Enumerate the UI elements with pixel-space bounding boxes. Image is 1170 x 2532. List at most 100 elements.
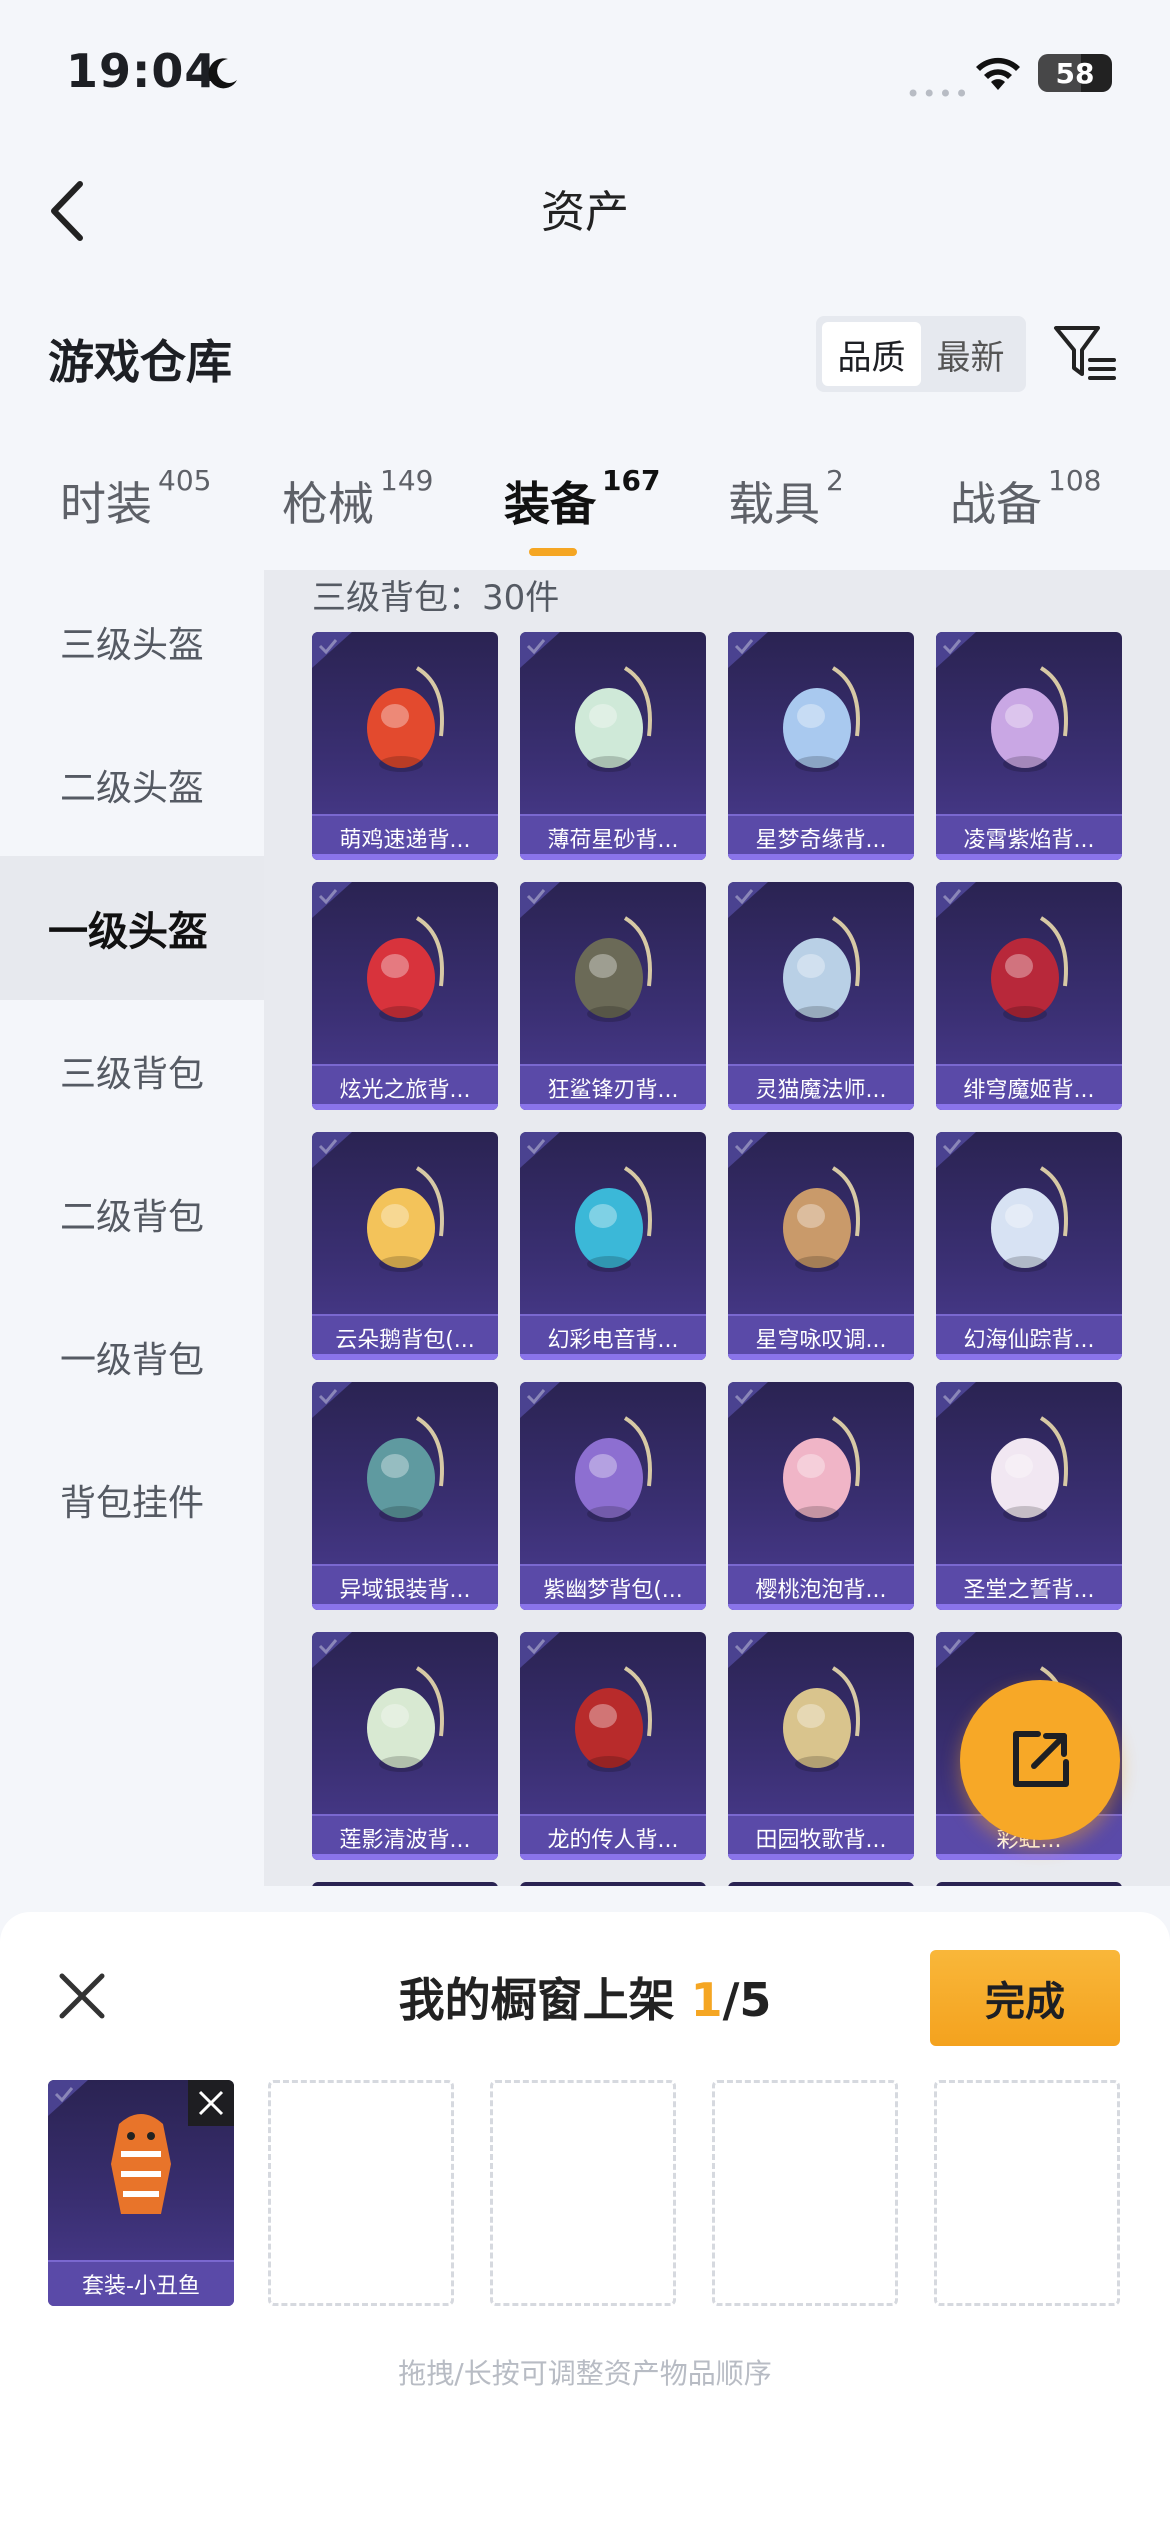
- item-card[interactable]: 凌霄紫焰背...: [936, 632, 1122, 860]
- dragon-backpack-icon: [575, 1666, 652, 1772]
- battery-icon: 58: [1038, 54, 1112, 92]
- card-rarity-bar: [520, 1354, 706, 1360]
- share-icon: [1013, 1731, 1069, 1787]
- item-card[interactable]: 星穹咏叹调...: [728, 1132, 914, 1360]
- item-card[interactable]: 樱桃泡泡背...: [728, 1382, 914, 1610]
- done-button[interactable]: 完成: [930, 1950, 1120, 2046]
- wing-backpack-icon: [991, 1416, 1068, 1522]
- tab-count: 405: [158, 464, 212, 497]
- showcase-slot-empty[interactable]: [268, 2080, 454, 2306]
- sort-quality-option[interactable]: 品质: [822, 322, 921, 386]
- check-mark-icon: [936, 1632, 976, 1668]
- active-tab-indicator: [529, 548, 577, 556]
- page-title: 资产: [541, 187, 629, 238]
- check-mark-icon: [936, 632, 976, 668]
- sidebar-item-lv2-helmet[interactable]: 二级头盔: [0, 713, 264, 857]
- card-rarity-bar: [520, 1104, 706, 1110]
- sidebar-item-lv1-helmet[interactable]: 一级头盔: [0, 856, 264, 1000]
- item-card[interactable]: 紫幽梦背包(...: [520, 1382, 706, 1610]
- status-time: 19:04: [66, 44, 218, 98]
- showcase-slot-label: 套装-小丑鱼: [48, 2260, 234, 2306]
- filter-icon[interactable]: [1052, 322, 1118, 384]
- showcase-total-count: /5: [722, 1973, 772, 2027]
- check-mark-icon: [312, 882, 352, 918]
- showcase-slot-1[interactable]: 套装-小丑鱼: [48, 2080, 234, 2306]
- check-mark-icon: [520, 1632, 560, 1668]
- item-card[interactable]: 田园牧歌背...: [728, 1632, 914, 1860]
- purple-flame-backpack-icon: [991, 666, 1068, 772]
- item-card[interactable]: 莲影清波背...: [312, 1632, 498, 1860]
- sidebar-item-lv3-helmet[interactable]: 三级头盔: [0, 570, 264, 714]
- check-mark-icon: [520, 632, 560, 668]
- item-card[interactable]: 云朵鹅背包(...: [312, 1132, 498, 1360]
- gold-frame-backpack-icon: [783, 1166, 860, 1272]
- item-card[interactable]: 绯穹魔姬背...: [936, 882, 1122, 1110]
- item-card[interactable]: 龙的传人背...: [520, 1632, 706, 1860]
- sort-latest-option[interactable]: 最新: [921, 322, 1020, 386]
- card-rarity-bar: [520, 1604, 706, 1610]
- swan-backpack-icon: [783, 666, 860, 772]
- sidebar-item-backpack-charm[interactable]: 背包挂件: [0, 1428, 264, 1572]
- tab-weapons[interactable]: 枪械 149: [282, 464, 433, 534]
- violet-flower-backpack-icon: [575, 1416, 652, 1522]
- sidebar-item-lv3-backpack[interactable]: 三级背包: [0, 999, 264, 1143]
- card-rarity-bar: [728, 1604, 914, 1610]
- showcase-slot-empty[interactable]: [712, 2080, 898, 2306]
- item-card[interactable]: 圣堂之誓背...: [936, 1382, 1122, 1610]
- crystal-backpack-icon: [991, 1166, 1068, 1272]
- check-mark-icon: [728, 1632, 768, 1668]
- card-rarity-bar: [312, 1104, 498, 1110]
- moon-icon: [208, 58, 237, 89]
- monster-backpack-icon: [367, 916, 444, 1022]
- tab-equipment[interactable]: 装备 167: [504, 464, 660, 534]
- signal-dots-icon: ••••: [906, 80, 971, 108]
- item-card[interactable]: 异域银装背...: [312, 1382, 498, 1610]
- basket-backpack-icon: [783, 1666, 860, 1772]
- card-rarity-bar: [728, 854, 914, 860]
- check-mark-icon: [936, 882, 976, 918]
- section-title: 三级背包：30件: [312, 578, 560, 618]
- share-button[interactable]: [960, 1680, 1120, 1840]
- check-mark-icon: [312, 1632, 352, 1668]
- shark-backpack-icon: [575, 916, 652, 1022]
- item-card[interactable]: 狂鲨锋刃背...: [520, 882, 706, 1110]
- tab-count: 108: [1048, 464, 1102, 497]
- check-mark-icon: [936, 1382, 976, 1418]
- item-card-partial[interactable]: [936, 1882, 1122, 1886]
- item-card-partial[interactable]: [520, 1882, 706, 1886]
- cat-wizard-backpack-icon: [783, 916, 860, 1022]
- wifi-icon: [976, 57, 1020, 90]
- card-rarity-bar: [520, 1854, 706, 1860]
- card-rarity-bar: [728, 1104, 914, 1110]
- check-mark-icon: [936, 1132, 976, 1168]
- sidebar-item-lv1-backpack[interactable]: 一级背包: [0, 1285, 264, 1429]
- tab-fashion[interactable]: 时装 405: [60, 464, 211, 534]
- showcase-slot-empty[interactable]: [490, 2080, 676, 2306]
- close-icon: [198, 2090, 224, 2116]
- item-card[interactable]: 灵猫魔法师...: [728, 882, 914, 1110]
- item-card[interactable]: 薄荷星砂背...: [520, 632, 706, 860]
- item-card-partial[interactable]: [312, 1882, 498, 1886]
- sidebar: 三级头盔 二级头盔 一级头盔 三级背包 二级背包 一级背包 背包挂件: [0, 570, 264, 1870]
- item-card[interactable]: 炫光之旅背...: [312, 882, 498, 1110]
- showcase-slot-empty[interactable]: [934, 2080, 1120, 2306]
- sidebar-item-lv2-backpack[interactable]: 二级背包: [0, 1142, 264, 1286]
- tab-vehicles[interactable]: 载具 2: [728, 464, 844, 534]
- music-backpack-icon: [575, 1166, 652, 1272]
- card-rarity-bar: [312, 1354, 498, 1360]
- tech-backpack-icon: [367, 1416, 444, 1522]
- check-mark-icon: [728, 1132, 768, 1168]
- item-card[interactable]: 幻彩电音背...: [520, 1132, 706, 1360]
- check-mark-icon: [48, 2080, 88, 2116]
- item-card-partial[interactable]: [728, 1882, 914, 1886]
- check-mark-icon: [312, 632, 352, 668]
- remove-slot-button[interactable]: [188, 2080, 234, 2126]
- tab-supplies[interactable]: 战备 108: [950, 464, 1101, 534]
- item-card[interactable]: 幻海仙踪背...: [936, 1132, 1122, 1360]
- tab-count: 2: [826, 464, 844, 497]
- item-card[interactable]: 星梦奇缘背...: [728, 632, 914, 860]
- item-card[interactable]: 萌鸡速递背...: [312, 632, 498, 860]
- card-rarity-bar: [312, 1854, 498, 1860]
- check-mark-icon: [728, 882, 768, 918]
- card-rarity-bar: [520, 854, 706, 860]
